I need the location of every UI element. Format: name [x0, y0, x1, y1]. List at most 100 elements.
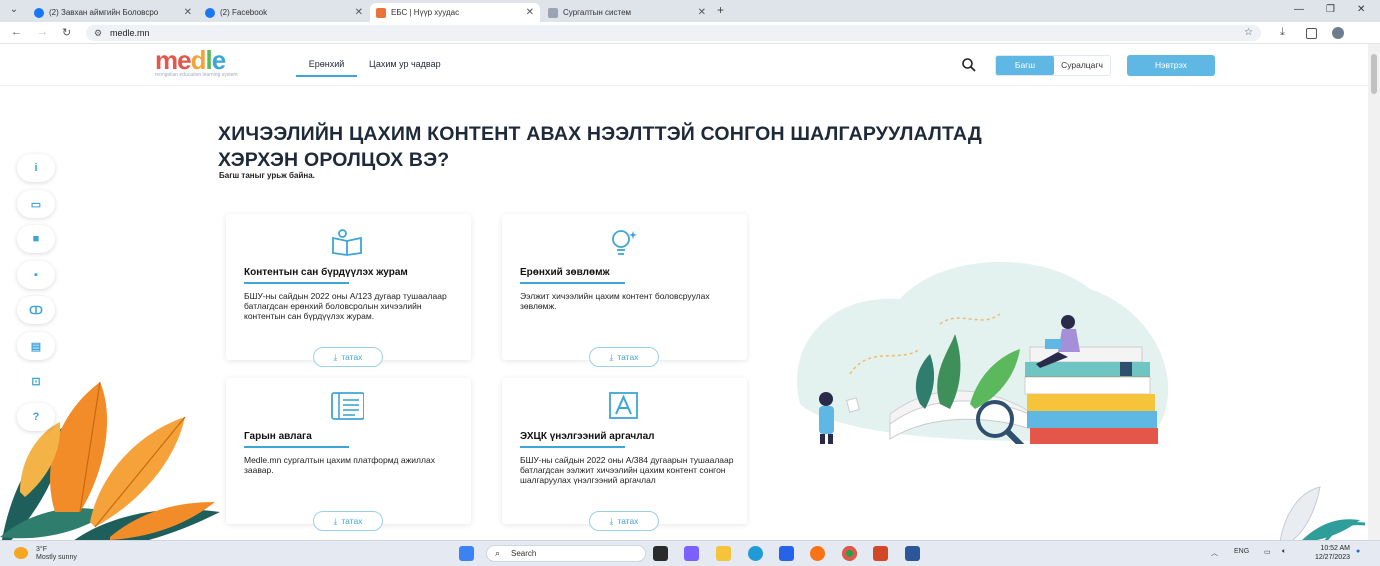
site-favicon-icon: [548, 7, 558, 18]
chat-icon: ▪: [34, 269, 38, 281]
lightbulb-icon: [612, 230, 637, 255]
clock-date: 12/27/2023: [1314, 554, 1350, 561]
notification-bell-icon[interactable]: ●: [1356, 548, 1360, 555]
card-description: Ээлжит хичээлийн цахим контент боловсруу…: [520, 291, 710, 311]
firefox-icon[interactable]: [810, 546, 825, 561]
tab-title: Сургалтын систем: [563, 8, 632, 17]
nav-digital-skills[interactable]: Цахим ур чадвар: [369, 59, 441, 69]
nav-general[interactable]: Ерөнхий: [296, 59, 357, 77]
side-monitor-button[interactable]: ▭: [17, 190, 55, 218]
download-icon[interactable]: ⤓: [1280, 26, 1285, 39]
side-teacher-button[interactable]: ⊡: [17, 367, 55, 395]
book-icon: ▤: [30, 340, 42, 353]
close-tab-icon[interactable]: ✕: [184, 7, 192, 18]
card-manual: Гарын авлага Medle.mn сургалтын цахим пл…: [226, 378, 471, 531]
close-tab-icon[interactable]: ✕: [355, 7, 363, 18]
video-icon: ■: [32, 233, 40, 245]
open-book-icon: [332, 229, 362, 256]
bookmark-star-icon[interactable]: ☆: [1244, 25, 1253, 41]
windows-start-icon[interactable]: [459, 546, 474, 561]
search-icon[interactable]: [961, 57, 977, 73]
site-settings-icon[interactable]: ⚙: [94, 25, 102, 41]
forward-icon[interactable]: →: [37, 26, 48, 38]
chrome-icon[interactable]: [842, 546, 857, 561]
card-title: Контентын сан бүрдүүлэх журам: [244, 267, 408, 278]
monitor-icon: ▭: [30, 198, 42, 211]
language-indicator[interactable]: ENG: [1234, 548, 1249, 555]
download-icon: ⤓: [609, 515, 614, 526]
volume-icon[interactable]: 🔈︎: [1282, 548, 1286, 556]
tray-chevron-icon[interactable]: ︿: [1211, 548, 1218, 558]
role-teacher-button[interactable]: Багш: [996, 56, 1054, 75]
task-view-icon[interactable]: [653, 546, 668, 561]
close-tab-icon[interactable]: ✕: [526, 7, 534, 18]
download-button[interactable]: ⤓ татах: [589, 347, 659, 367]
close-window-icon[interactable]: ✕: [1357, 4, 1365, 15]
card-title-underline: [520, 446, 625, 448]
taskbar-clock[interactable]: 10:52 AM 12/27/2023: [1312, 544, 1350, 562]
network-icon[interactable]: ▭: [1264, 548, 1271, 556]
role-toggle: Багш Суралцагч: [995, 55, 1111, 76]
download-icon: ⤓: [333, 515, 338, 526]
profile-avatar[interactable]: [1332, 27, 1344, 39]
browser-tab-1[interactable]: (2) Завхан аймгийн Боловсро ✕: [28, 3, 198, 22]
address-bar[interactable]: ⚙ medle.mn ☆: [86, 25, 1261, 41]
sidepanel-icon[interactable]: [1306, 28, 1317, 39]
facebook-favicon-icon: [34, 7, 44, 18]
tab-search-chevron-icon[interactable]: ⌄: [6, 4, 22, 18]
medle-logo[interactable]: medle mongolian education learning syste…: [155, 45, 260, 80]
page-title-line2: ХЭРХЭН ОРОЛЦОХ ВЭ?: [218, 149, 450, 171]
close-tab-icon[interactable]: ✕: [698, 7, 706, 18]
file-explorer-icon[interactable]: [716, 546, 731, 561]
side-robot-button[interactable]: ↀ: [17, 296, 55, 324]
facebook-favicon-icon: [205, 7, 215, 18]
taskbar-search-box[interactable]: ⌕ Search: [486, 545, 646, 562]
side-video-button[interactable]: ■: [17, 225, 55, 253]
download-icon: ⤓: [333, 351, 338, 362]
education-illustration: [797, 261, 1169, 444]
search-placeholder: Search: [511, 549, 537, 558]
login-button[interactable]: Нэвтрэх: [1127, 55, 1215, 76]
web-page: medle mongolian education learning syste…: [0, 44, 1368, 540]
minimize-icon[interactable]: —: [1294, 4, 1304, 15]
side-help-button[interactable]: ?: [17, 403, 55, 431]
scrollbar-thumb[interactable]: [1371, 54, 1377, 94]
restore-icon[interactable]: ❐: [1326, 4, 1335, 15]
chat-app-icon[interactable]: [684, 546, 699, 561]
page-scrollbar[interactable]: [1368, 44, 1380, 540]
page-title: ХИЧЭЭЛИЙН ЦАХИМ КОНТЕНТ АВАХ НЭЭЛТТЭЙ СО…: [218, 121, 1138, 173]
download-button[interactable]: ⤓ татах: [589, 511, 659, 531]
download-label: татах: [341, 352, 363, 362]
weather-text: Mostly sunny: [36, 554, 77, 561]
question-icon: ?: [32, 411, 40, 423]
store-icon[interactable]: [779, 546, 794, 561]
word-icon[interactable]: [905, 546, 920, 561]
new-tab-button[interactable]: +: [717, 3, 724, 17]
edge-icon[interactable]: [748, 546, 763, 561]
side-book-button[interactable]: ▤: [17, 332, 55, 360]
side-info-button[interactable]: i: [17, 154, 55, 182]
card-evaluation-method: ЭХЦК үнэлгээний аргачлал БШУ-ны сайдын 2…: [502, 378, 747, 531]
page-title-line1: ХИЧЭЭЛИЙН ЦАХИМ КОНТЕНТ АВАХ НЭЭЛТТЭЙ СО…: [218, 123, 982, 145]
card-title: ЭХЦК үнэлгээний аргачлал: [520, 431, 655, 442]
browser-tab-3-active[interactable]: ЕБС | Нүүр хуудас ✕: [370, 3, 540, 22]
powerpoint-icon[interactable]: [873, 546, 888, 561]
side-chat-button[interactable]: ▪: [17, 261, 55, 289]
reload-icon[interactable]: ↻: [62, 26, 71, 39]
download-button[interactable]: ⤓ татах: [313, 347, 383, 367]
download-button[interactable]: ⤓ татах: [313, 511, 383, 531]
browser-toolbar: ← → ↻ ⚙ medle.mn ☆ ⤓ ⋮: [0, 22, 1380, 58]
tab-title: ЕБС | Нүүр хуудас: [391, 8, 460, 17]
browser-tab-2[interactable]: (2) Facebook ✕: [199, 3, 369, 22]
weather-temp: 3°F: [36, 546, 47, 553]
info-icon: i: [34, 162, 38, 174]
role-student-button[interactable]: Суралцагч: [1054, 56, 1110, 75]
logo-wordmark: medle: [155, 45, 226, 75]
document-icon: [331, 392, 364, 420]
browser-tab-4[interactable]: Сургалтын систем ✕: [542, 3, 712, 22]
card-description: Medle.mn сургалтын цахим платформд ажилл…: [244, 455, 435, 475]
card-description: БШУ-ны сайдын 2022 оны А/384 дугаарын ту…: [520, 455, 734, 485]
download-label: татах: [617, 516, 639, 526]
card-title-underline: [244, 446, 349, 448]
back-icon[interactable]: ←: [11, 26, 22, 38]
